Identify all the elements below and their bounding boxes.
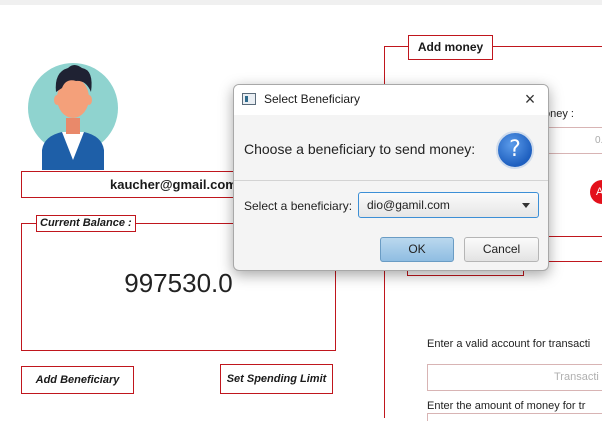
account-hint: Enter a valid account for transacti	[427, 338, 591, 350]
red-action-badge[interactable]: A	[590, 180, 602, 204]
cancel-button[interactable]: Cancel	[464, 237, 539, 262]
beneficiary-select-value: dio@gamil.com	[367, 198, 450, 212]
dialog-titlebar: Select Beneficiary ×	[234, 85, 548, 115]
app-window-icon	[242, 93, 256, 105]
dialog-message: Choose a beneficiary to send money:	[244, 141, 476, 157]
top-strip	[0, 0, 602, 5]
ok-button[interactable]: OK	[380, 237, 454, 262]
close-icon[interactable]: ×	[520, 88, 540, 110]
chevron-down-icon	[522, 203, 530, 208]
transaction-account-input[interactable]: Transacti	[427, 364, 602, 391]
add-beneficiary-button[interactable]: Add Beneficiary	[21, 366, 134, 394]
balance-label: Current Balance :	[36, 215, 136, 232]
balance-value: 997530.0	[124, 268, 233, 298]
amount-hint: Enter the amount of money for tr	[427, 400, 586, 412]
beneficiary-field-label: Select a beneficiary:	[244, 199, 353, 213]
dialog-header: Choose a beneficiary to send money: ?	[234, 115, 548, 181]
add-money-title: Add money	[408, 35, 493, 60]
beneficiary-select[interactable]: dio@gamil.com	[358, 192, 539, 218]
right-panel-box	[548, 236, 602, 262]
select-beneficiary-dialog: Select Beneficiary × Choose a beneficiar…	[233, 84, 549, 271]
user-email: kaucher@gmail.com	[21, 171, 261, 198]
question-icon: ?	[496, 131, 534, 169]
dialog-title: Select Beneficiary	[264, 92, 361, 106]
user-avatar-icon	[28, 48, 118, 170]
money-input[interactable]: 0.	[544, 127, 602, 154]
amount-input[interactable]	[427, 413, 602, 421]
set-spending-limit-button[interactable]: Set Spending Limit	[220, 364, 333, 394]
